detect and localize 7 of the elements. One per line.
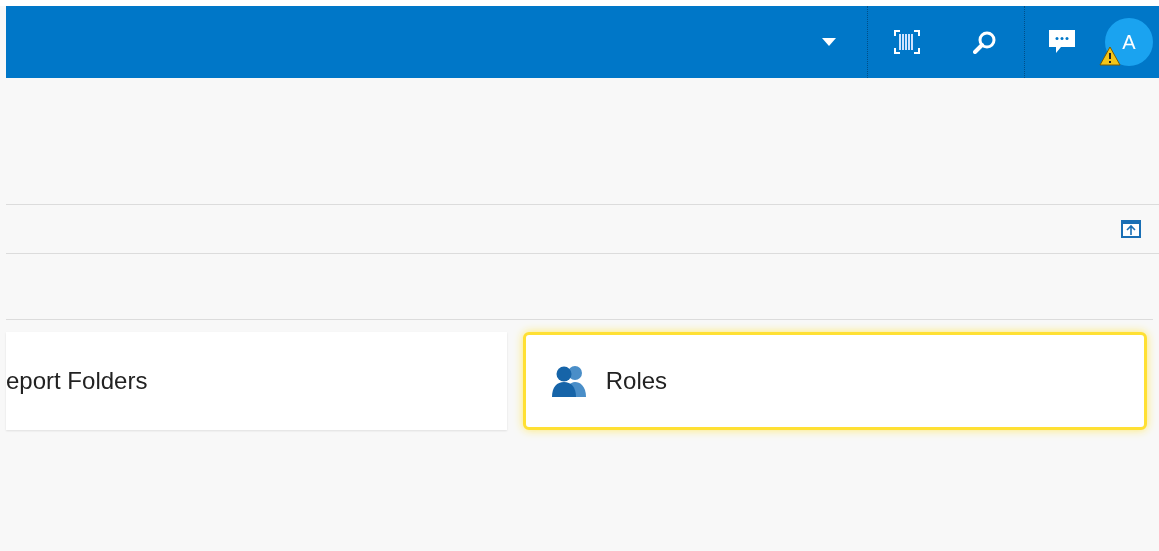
- upload-window-icon[interactable]: [1121, 220, 1141, 238]
- search-icon: [973, 30, 997, 54]
- barcode-icon: [894, 30, 920, 54]
- tile-card[interactable]: Roles: [522, 332, 1147, 430]
- chat-icon: [1049, 30, 1075, 54]
- tile-card[interactable]: eport Folders: [6, 332, 507, 430]
- caret-icon: [822, 38, 836, 46]
